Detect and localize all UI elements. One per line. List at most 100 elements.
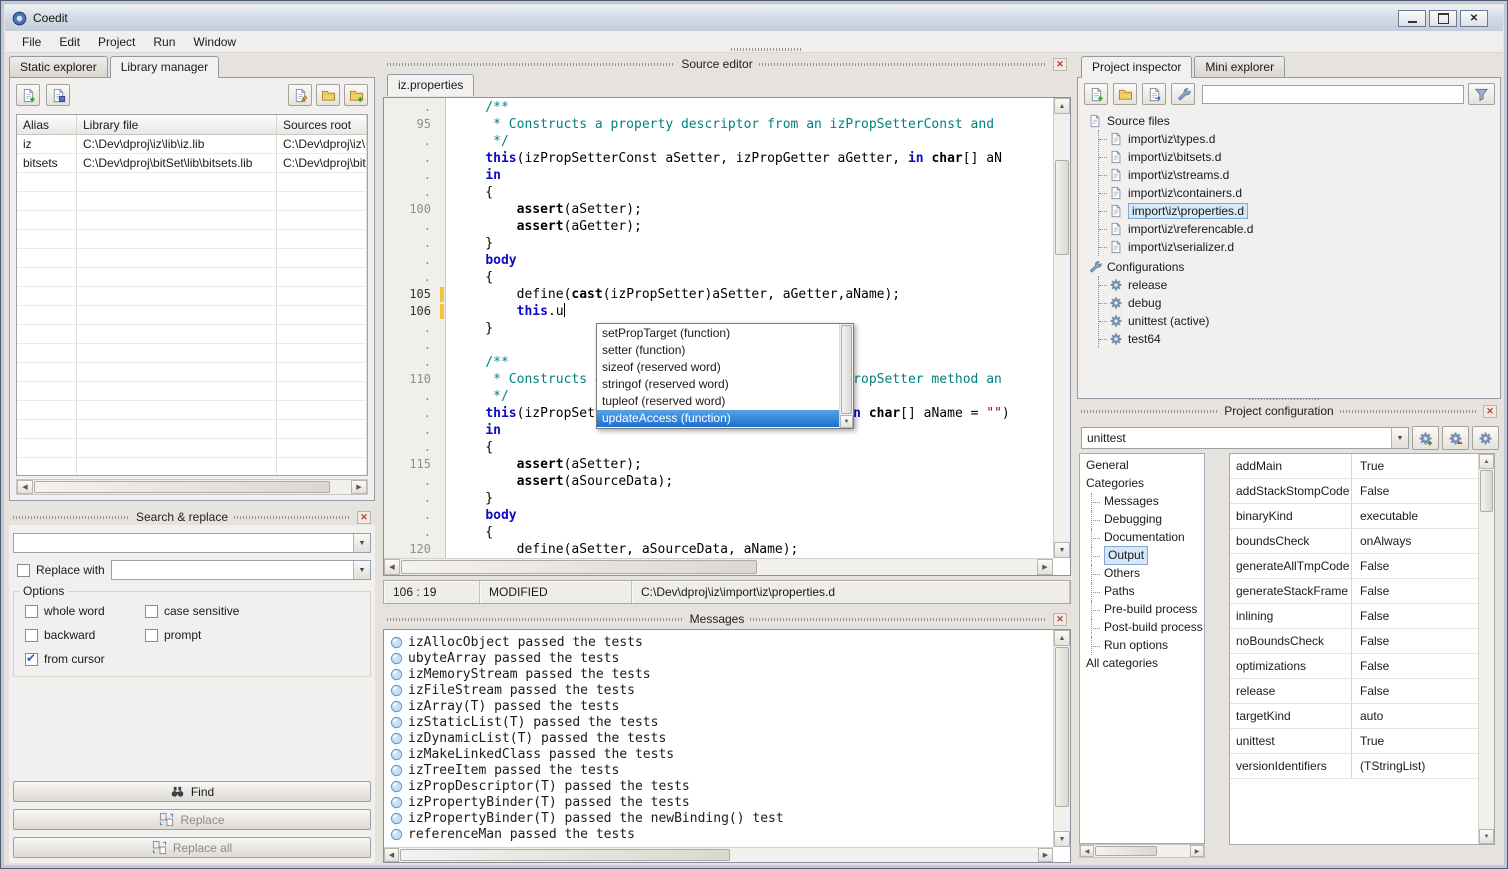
category-run-options[interactable]: Run options bbox=[1080, 637, 1204, 655]
save-libraries-button[interactable] bbox=[46, 84, 70, 106]
category-messages[interactable]: Messages bbox=[1080, 493, 1204, 511]
minimize-button[interactable] bbox=[1398, 10, 1426, 27]
scroll-up-button[interactable] bbox=[1054, 98, 1070, 114]
tree-node-import-iz-serializer-d[interactable]: import\iz\serializer.d bbox=[1099, 238, 1496, 256]
tree-node-import-iz-containers-d[interactable]: import\iz\containers.d bbox=[1099, 184, 1496, 202]
scroll-left-button[interactable] bbox=[384, 848, 399, 862]
open-source-button[interactable] bbox=[1113, 83, 1137, 105]
message-item[interactable]: izPropertyBinder(T) passed the newBindin… bbox=[385, 810, 1053, 826]
close-panel-icon[interactable] bbox=[357, 511, 371, 524]
maximize-button[interactable] bbox=[1429, 10, 1457, 27]
scroll-right-button[interactable] bbox=[1190, 845, 1204, 857]
message-item[interactable]: izArray(T) passed the tests bbox=[385, 698, 1053, 714]
property-row[interactable]: addMainTrue bbox=[1230, 454, 1478, 479]
property-row[interactable]: generateAllTmpCodeFalse bbox=[1230, 554, 1478, 579]
replace-all-button[interactable]: Replace all bbox=[13, 837, 371, 858]
chevron-down-icon[interactable] bbox=[1391, 428, 1408, 448]
scroll-thumb[interactable] bbox=[1095, 846, 1157, 856]
completion-item[interactable]: stringof (reserved word) bbox=[597, 376, 839, 393]
close-panel-icon[interactable] bbox=[1053, 613, 1067, 626]
tree-node-import-iz-referencable-d[interactable]: import\iz\referencable.d bbox=[1099, 220, 1496, 238]
chevron-down-icon[interactable] bbox=[353, 561, 370, 579]
menu-project[interactable]: Project bbox=[89, 32, 144, 52]
category-debugging[interactable]: Debugging bbox=[1080, 511, 1204, 529]
column-header-alias[interactable]: Alias bbox=[17, 115, 77, 134]
add-configuration-button[interactable] bbox=[1412, 426, 1439, 450]
tab-mini-explorer[interactable]: Mini explorer bbox=[1194, 56, 1285, 77]
category-all-categories[interactable]: All categories bbox=[1080, 655, 1204, 673]
remove-configuration-button[interactable] bbox=[1442, 426, 1469, 450]
add-source-button[interactable] bbox=[1142, 83, 1166, 105]
message-item[interactable]: izDynamicList(T) passed the tests bbox=[385, 730, 1053, 746]
add-library-folder-button[interactable] bbox=[344, 84, 368, 106]
find-button[interactable]: Find bbox=[13, 781, 371, 802]
scroll-down-button[interactable] bbox=[1054, 831, 1070, 847]
property-row[interactable]: inliningFalse bbox=[1230, 604, 1478, 629]
search-input[interactable] bbox=[14, 536, 353, 550]
checkbox-backward[interactable]: backward bbox=[25, 628, 145, 642]
scroll-thumb[interactable] bbox=[34, 481, 330, 493]
property-row[interactable]: optimizationsFalse bbox=[1230, 654, 1478, 679]
message-item[interactable]: izAllocObject passed the tests bbox=[385, 634, 1053, 650]
completion-item[interactable]: setPropTarget (function) bbox=[597, 325, 839, 342]
scroll-left-button[interactable] bbox=[17, 480, 33, 494]
message-item[interactable]: referenceMan passed the tests bbox=[385, 826, 1053, 842]
completion-item[interactable]: tupleof (reserved word) bbox=[597, 393, 839, 410]
new-source-button[interactable] bbox=[1084, 83, 1108, 105]
scroll-up-button[interactable] bbox=[1479, 454, 1494, 469]
message-item[interactable]: izTreeItem passed the tests bbox=[385, 762, 1053, 778]
replace-input[interactable] bbox=[112, 563, 353, 577]
tab-library-manager[interactable]: Library manager bbox=[110, 56, 219, 78]
clone-configuration-button[interactable] bbox=[1472, 426, 1499, 450]
property-row[interactable]: targetKindauto bbox=[1230, 704, 1478, 729]
edit-source-button[interactable] bbox=[1171, 83, 1195, 105]
tree-node-release[interactable]: release bbox=[1099, 276, 1496, 294]
tab-static-explorer[interactable]: Static explorer bbox=[9, 56, 108, 77]
close-panel-icon[interactable] bbox=[1483, 405, 1497, 418]
tab-project-inspector[interactable]: Project inspector bbox=[1081, 56, 1192, 78]
tree-node-source-files[interactable]: Source files bbox=[1084, 112, 1496, 130]
tree-node-import-iz-properties-d[interactable]: import\iz\properties.d bbox=[1099, 202, 1496, 220]
category-general[interactable]: General bbox=[1080, 457, 1204, 475]
property-row[interactable]: unittestTrue bbox=[1230, 729, 1478, 754]
tree-node-unittest-active[interactable]: unittest (active) bbox=[1099, 312, 1496, 330]
tree-node-debug[interactable]: debug bbox=[1099, 294, 1496, 312]
scroll-left-button[interactable] bbox=[1080, 845, 1094, 857]
scroll-thumb[interactable] bbox=[841, 325, 852, 414]
property-row[interactable]: versionIdentifiers(TStringList) bbox=[1230, 754, 1478, 779]
property-row[interactable]: boundsCheckonAlways bbox=[1230, 529, 1478, 554]
column-header-sources-root[interactable]: Sources root bbox=[277, 115, 367, 134]
category-others[interactable]: Others bbox=[1080, 565, 1204, 583]
menu-run[interactable]: Run bbox=[144, 32, 184, 52]
column-header-library-file[interactable]: Library file bbox=[77, 115, 277, 134]
replace-with-checkbox[interactable]: Replace with bbox=[17, 563, 105, 577]
category-paths[interactable]: Paths bbox=[1080, 583, 1204, 601]
scroll-up-button[interactable] bbox=[1054, 630, 1070, 646]
scroll-thumb[interactable] bbox=[1480, 470, 1493, 512]
message-item[interactable]: izMemoryStream passed the tests bbox=[385, 666, 1053, 682]
scroll-thumb[interactable] bbox=[1055, 160, 1069, 255]
scroll-right-button[interactable] bbox=[1038, 848, 1053, 862]
completion-item[interactable]: setter (function) bbox=[597, 342, 839, 359]
property-row[interactable]: releaseFalse bbox=[1230, 679, 1478, 704]
checkbox-prompt[interactable]: prompt bbox=[145, 628, 239, 642]
scroll-right-button[interactable] bbox=[1037, 559, 1053, 575]
message-item[interactable]: izMakeLinkedClass passed the tests bbox=[385, 746, 1053, 762]
completion-item[interactable]: updateAccess (function) bbox=[597, 410, 839, 427]
close-button[interactable] bbox=[1460, 10, 1488, 27]
property-row[interactable]: addStackStompCodeFalse bbox=[1230, 479, 1478, 504]
completion-item[interactable]: sizeof (reserved word) bbox=[597, 359, 839, 376]
category-pre-build-process[interactable]: Pre-build process bbox=[1080, 601, 1204, 619]
checkbox-from-cursor[interactable]: from cursor bbox=[25, 652, 145, 666]
property-row[interactable]: generateStackFrameFalse bbox=[1230, 579, 1478, 604]
replace-button[interactable]: Replace bbox=[13, 809, 371, 830]
tree-node-configurations[interactable]: Configurations bbox=[1084, 258, 1496, 276]
category-post-build-process[interactable]: Post-build process bbox=[1080, 619, 1204, 637]
chevron-down-icon[interactable] bbox=[353, 534, 370, 552]
filter-button[interactable] bbox=[1468, 83, 1495, 105]
category-documentation[interactable]: Documentation bbox=[1080, 529, 1204, 547]
menu-edit[interactable]: Edit bbox=[50, 32, 89, 52]
message-item[interactable]: izPropertyBinder(T) passed the tests bbox=[385, 794, 1053, 810]
table-row[interactable]: izC:\Dev\dproj\iz\lib\iz.libC:\Dev\dproj… bbox=[17, 135, 367, 154]
scroll-thumb[interactable] bbox=[400, 849, 730, 861]
